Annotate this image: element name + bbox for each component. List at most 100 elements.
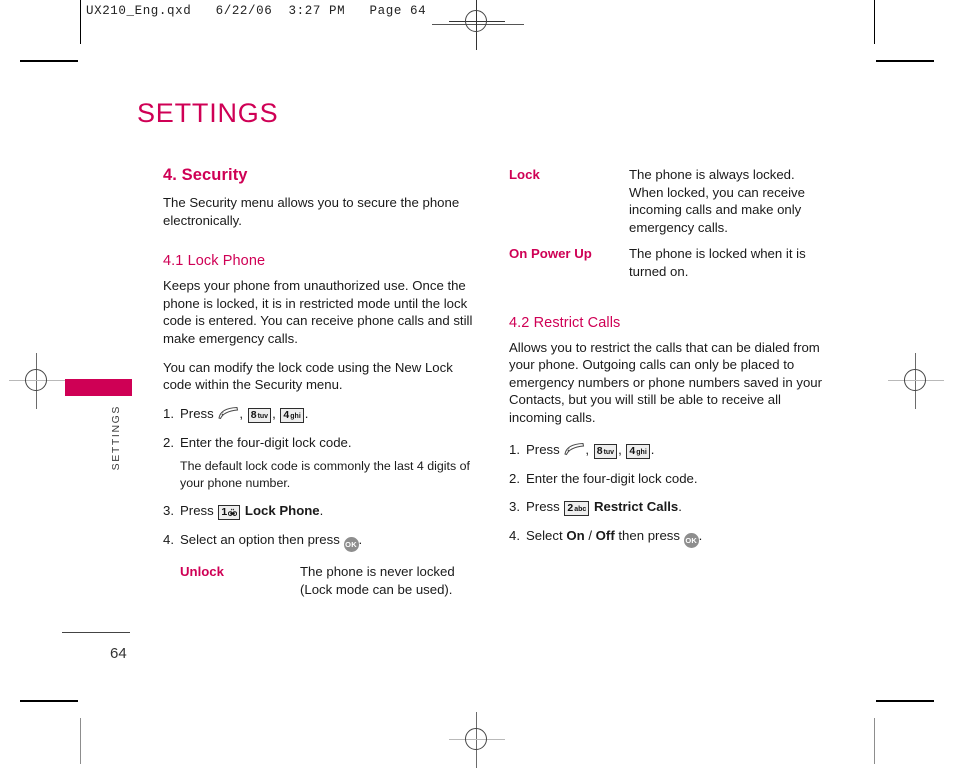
content-column-left: 4. Security The Security menu allows you… <box>163 166 485 607</box>
step-bold-option-off: Off <box>595 528 615 544</box>
restrict-calls-paragraph-1: Allows you to restrict the calls that ca… <box>509 339 823 425</box>
option-description: The phone is always locked. When locked,… <box>629 167 805 235</box>
definition-row: Lock The phone is always locked. When lo… <box>509 166 831 236</box>
step-end-punct: . <box>678 499 682 515</box>
lock-phone-steps-continued: 3. Press 1 Lock Phone. 4. Select an opti… <box>163 502 485 553</box>
step-number: 1. <box>163 405 174 421</box>
voicemail-glyph-icon <box>228 507 238 517</box>
definition-row: On Power Up The phone is locked when it … <box>509 245 831 280</box>
step-number: 4. <box>163 532 174 548</box>
chapter-side-tab <box>65 379 132 396</box>
step-label-2: then press <box>618 528 680 544</box>
step-number: 2. <box>509 470 520 486</box>
step-end-punct: . <box>319 503 324 519</box>
step-end-punct: . <box>650 441 655 457</box>
keypad-key-2-icon: 2abc <box>564 501 590 517</box>
step-separator: / <box>588 528 592 544</box>
registration-mark-top-center <box>449 0 505 50</box>
registration-mark-left <box>9 353 65 409</box>
trim-line-right-bottom <box>874 718 875 764</box>
key-digit: 2 <box>567 502 574 515</box>
step-label: Press <box>180 405 214 421</box>
key-digit: 4 <box>629 444 636 457</box>
step-comma-2: , <box>272 405 276 421</box>
step-comma-2: , <box>618 441 622 457</box>
page-title: SETTINGS <box>137 98 279 128</box>
step-item: 3. Press 1 Lock Phone. <box>163 502 485 521</box>
subsection-heading-lock-phone: 4.1 Lock Phone <box>163 253 266 270</box>
section-heading-security: 4. Security <box>163 166 248 184</box>
step-item: 4. Select an option then press OK. <box>163 531 485 553</box>
key-digit: 8 <box>596 444 603 457</box>
security-intro-text: The Security menu allows you to secure t… <box>163 195 460 228</box>
send-call-key-icon <box>217 406 239 420</box>
key-digit: 1 <box>221 506 228 519</box>
lock-code-note: The default lock code is commonly the la… <box>180 459 470 490</box>
option-term: On Power Up <box>509 246 592 262</box>
step-label: Press <box>180 503 214 519</box>
chapter-side-tab-label: SETTINGS <box>110 405 122 471</box>
send-call-key-icon <box>563 442 585 456</box>
crop-mark-top-right <box>876 60 934 62</box>
crop-mark-top-left <box>20 60 78 62</box>
step-item: 2. Enter the four-digit lock code. <box>509 470 831 488</box>
key-digit: 8 <box>250 408 257 421</box>
restrict-calls-steps: 1. Press , 8tuv, 4ghi. 2. Enter the four… <box>509 441 831 549</box>
subsection-heading-restrict-calls: 4.2 Restrict Calls <box>509 314 621 331</box>
definition-row: Unlock The phone is never locked (Lock m… <box>180 563 485 598</box>
step-end-punct: . <box>304 405 309 421</box>
crop-mark-bottom-right <box>876 700 934 702</box>
content-column-right: Lock The phone is always locked. When lo… <box>509 166 831 559</box>
lock-phone-steps: 1. Press , 8tuv, 4ghi. 2. Enter the four… <box>163 405 485 452</box>
footer-rule <box>62 632 130 633</box>
keypad-key-4-icon: 4ghi <box>280 407 304 423</box>
step-text: Enter the four-digit lock code. <box>526 470 698 486</box>
option-description: The phone is never locked (Lock mode can… <box>300 564 455 597</box>
step-number: 3. <box>163 503 174 519</box>
keypad-key-1-icon: 1 <box>218 505 241 521</box>
page-number: 64 <box>110 645 127 662</box>
step-end-punct: . <box>698 528 703 544</box>
step-comma-1: , <box>585 441 590 457</box>
key-letters: tuv <box>603 448 615 456</box>
step-item: 1. Press , 8tuv, 4ghi. <box>509 441 831 459</box>
step-item: 2. Enter the four-digit lock code. <box>163 434 485 452</box>
step-number: 3. <box>509 499 520 515</box>
option-term: Unlock <box>180 564 224 580</box>
key-letters: tuv <box>257 412 269 420</box>
option-description: The phone is locked when it is turned on… <box>629 246 806 279</box>
registration-mark-right <box>888 353 944 409</box>
step-number: 1. <box>509 441 520 457</box>
step-label: Press <box>526 441 560 457</box>
step-item: 3. Press 2abc Restrict Calls. <box>509 498 831 517</box>
keypad-key-8-icon: 8tuv <box>247 407 272 423</box>
step-bold-target: Lock Phone <box>244 503 320 519</box>
step-end-punct: . <box>358 532 363 548</box>
step-bold-target: Restrict Calls <box>593 499 679 515</box>
keypad-key-8-icon: 8tuv <box>593 443 618 459</box>
option-term: Lock <box>509 167 540 182</box>
lock-phone-paragraph-2: You can modify the lock code using the N… <box>163 359 453 393</box>
step-number: 4. <box>509 528 520 544</box>
step-bold-option-on: On <box>566 528 585 544</box>
step-text: Enter the four-digit lock code. <box>180 434 352 450</box>
trim-line-right-top <box>874 0 875 44</box>
step-label: Select <box>526 528 563 544</box>
registration-mark-bottom-center <box>449 712 505 768</box>
key-digit: 4 <box>283 408 290 421</box>
key-letters: ghi <box>636 448 647 456</box>
step-item: 1. Press , 8tuv, 4ghi. <box>163 405 485 423</box>
lock-option-list-left: Unlock The phone is never locked (Lock m… <box>180 563 485 598</box>
ok-key-icon: OK <box>683 533 699 549</box>
step-label: Press <box>526 499 560 515</box>
lock-option-list-right: Lock The phone is always locked. When lo… <box>509 166 831 281</box>
step-number: 2. <box>163 434 174 450</box>
keypad-key-4-icon: 4ghi <box>626 443 650 459</box>
step-comma-1: , <box>239 405 244 421</box>
step-label: Select an option then press <box>180 532 340 548</box>
key-letters: abc <box>574 506 587 514</box>
trim-line-left-top <box>80 0 81 44</box>
trim-line-left-bottom <box>80 718 81 764</box>
key-letters: ghi <box>290 412 301 420</box>
ok-key-icon: OK <box>343 537 359 553</box>
